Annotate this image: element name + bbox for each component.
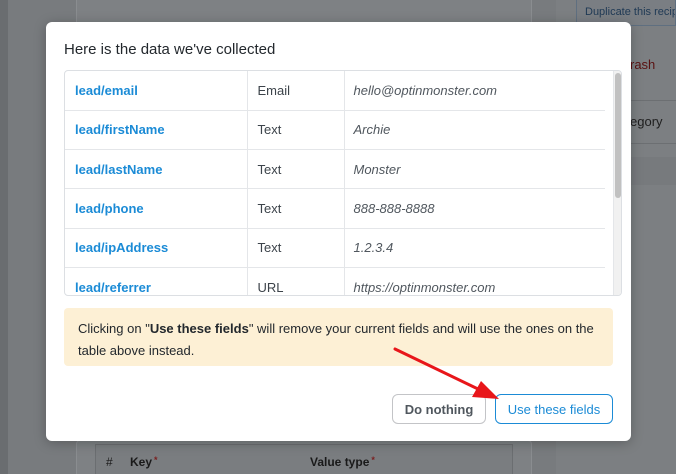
field-type: Text xyxy=(247,110,345,151)
field-key: lead/referrer xyxy=(65,267,248,295)
field-key: lead/lastName xyxy=(65,149,248,190)
field-sample-value: 1.2.3.4 xyxy=(344,228,605,268)
field-key: lead/phone xyxy=(65,188,248,229)
table-row: lead/email Email hello@optinmonster.com xyxy=(65,71,605,111)
table-row: lead/referrer URL https://optinmonster.com xyxy=(65,267,605,295)
notice-bold: Use these fields xyxy=(149,321,249,336)
table-row: lead/phone Text 888-888-8888 xyxy=(65,188,605,229)
trash-link[interactable]: rash xyxy=(630,57,655,72)
field-key: lead/firstName xyxy=(65,110,248,151)
scrollbar-thumb[interactable] xyxy=(615,73,621,198)
field-sample-value: https://optinmonster.com xyxy=(344,267,605,295)
column-key: Key * xyxy=(130,455,158,469)
column-value-type: Value type * xyxy=(310,455,375,469)
do-nothing-button[interactable]: Do nothing xyxy=(392,394,486,424)
field-key: lead/ipAddress xyxy=(65,228,248,268)
table-body: lead/email Email hello@optinmonster.com lea… xyxy=(65,71,605,295)
collected-data-modal: Here is the data we've collected lead/em… xyxy=(46,22,631,441)
field-sample-value: 888-888-8888 xyxy=(344,188,605,229)
field-type: Text xyxy=(247,149,345,190)
column-hash: # xyxy=(106,455,113,469)
collected-data-table[interactable]: lead/email Email hello@optinmonster.com lea… xyxy=(64,70,622,296)
field-sample-value: Monster xyxy=(344,149,605,190)
table-row: lead/ipAddress Text 1.2.3.4 xyxy=(65,228,605,268)
left-sidebar xyxy=(0,0,8,474)
field-type: URL xyxy=(247,267,345,295)
field-sample-value: Archie xyxy=(344,110,605,151)
notice-text: Clicking on " xyxy=(78,321,150,336)
field-key: lead/email xyxy=(65,71,248,111)
field-type: Email xyxy=(247,71,345,111)
modal-title: Here is the data we've collected xyxy=(64,41,276,58)
table-row: lead/lastName Text Monster xyxy=(65,149,605,190)
warning-notice: Clicking on "Use these fields" will remo… xyxy=(64,308,613,366)
table-row: lead/firstName Text Archie xyxy=(65,110,605,151)
field-type: Text xyxy=(247,188,345,229)
field-sample-value: hello@optinmonster.com xyxy=(344,71,605,111)
field-type: Text xyxy=(247,228,345,268)
use-these-fields-button[interactable]: Use these fields xyxy=(495,394,613,424)
category-label: egory xyxy=(630,114,663,129)
